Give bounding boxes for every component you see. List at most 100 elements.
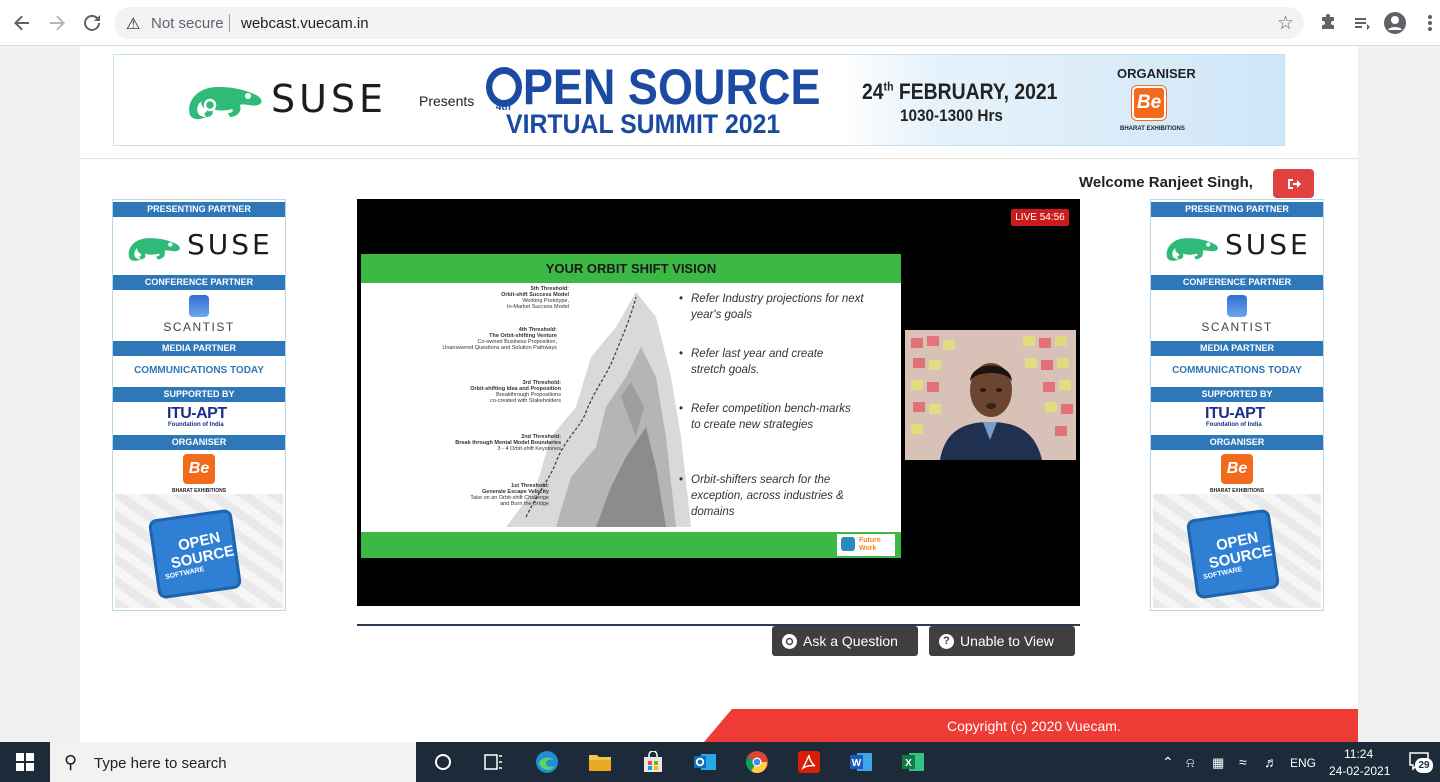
presenting-partner-header: PRESENTING PARTNER xyxy=(113,202,285,217)
profile-avatar-icon[interactable] xyxy=(1383,11,1407,35)
acrobat-pdf-icon[interactable] xyxy=(796,749,822,775)
slide-bullet: • Orbit-shifters search for the exception… xyxy=(679,474,844,518)
threshold-4: 4th Threshold: The Orbit-shifting Venture… xyxy=(442,327,557,351)
fourth-badge: 4th xyxy=(486,67,522,113)
presents-text: Presents xyxy=(419,93,475,109)
organiser-label: ORGANISER xyxy=(1117,66,1196,81)
itu-apt-subtitle: Foundation of India xyxy=(168,422,224,428)
volume-icon[interactable]: ♬ xyxy=(1264,754,1278,770)
meet-now-icon[interactable]: ⍾ xyxy=(1186,755,1195,771)
event-banner: SUSE Presents 4th PEN SOURCE VIRTUAL SUMM… xyxy=(113,54,1285,146)
taskbar-search-box[interactable]: ⚲ Type here to search xyxy=(50,742,416,782)
scantist-logo xyxy=(1227,295,1247,317)
outlook-icon[interactable] xyxy=(692,749,718,775)
task-view-icon[interactable] xyxy=(481,749,507,775)
back-arrow-icon[interactable] xyxy=(10,11,34,35)
svg-text:W: W xyxy=(852,758,862,769)
slide-bullet: • Refer Industry projections for next yea… xyxy=(679,293,864,321)
suse-wordmark: SUSE xyxy=(1225,228,1311,261)
media-partner-header: MEDIA PARTNER xyxy=(113,341,285,356)
scantist-text: SCANTIST xyxy=(1201,320,1273,334)
supported-by-header: SUPPORTED BY xyxy=(1151,387,1323,402)
chat-bubble-icon xyxy=(782,633,797,649)
notification-center-icon[interactable]: 29 xyxy=(1408,750,1434,774)
bharat-exhibitions-logo: Be xyxy=(183,454,215,484)
windows-start-icon[interactable] xyxy=(12,749,38,775)
chrome-icon[interactable] xyxy=(744,749,770,775)
sponsor-panel-right: PRESENTING PARTNER SUSE CONFERENCE PARTN… xyxy=(1150,199,1324,611)
word-icon[interactable]: W xyxy=(848,749,874,775)
threshold-3: 3rd Threshold: Orbit-shifting Idea and Pr… xyxy=(470,380,561,404)
divider xyxy=(229,14,230,32)
logout-button[interactable] xyxy=(1273,169,1314,198)
unable-to-view-label: Unable to View xyxy=(960,633,1054,649)
presenting-partner-header: PRESENTING PARTNER xyxy=(1151,202,1323,217)
wifi-icon[interactable]: ≈ xyxy=(1239,754,1247,770)
summit-title: 4th PEN SOURCE xyxy=(486,59,820,115)
battery-icon[interactable]: ▦ xyxy=(1212,755,1224,771)
sign-out-icon xyxy=(1287,178,1301,189)
future-work-logo: Future Work xyxy=(837,534,895,556)
warning-icon[interactable]: ⚠ xyxy=(126,14,140,34)
cortana-circle-icon[interactable] xyxy=(430,749,456,775)
organiser-header: ORGANISER xyxy=(113,435,285,450)
presentation-slide: YOUR ORBIT SHIFT VISION 5th Threshold: Or… xyxy=(361,254,901,558)
slide-bullet: • Refer competition bench-marks to create… xyxy=(679,403,851,431)
bharat-exhibitions-logo: Be xyxy=(1131,85,1167,121)
conference-partner-header: CONFERENCE PARTNER xyxy=(113,275,285,290)
taskbar-search-placeholder: Type here to search xyxy=(94,755,227,772)
suse-chameleon-logo xyxy=(1166,238,1218,261)
copyright-text: Copyright (c) 2020 Vuecam. xyxy=(947,718,1121,734)
communications-today-text: COMMUNICATIONS TODAY xyxy=(1172,365,1302,376)
itu-apt-logo: ITU-APT xyxy=(167,405,227,422)
svg-text:X: X xyxy=(905,758,912,769)
security-label[interactable]: Not secure xyxy=(151,15,224,32)
bookmark-star-icon[interactable]: ☆ xyxy=(1277,12,1294,35)
threshold-5: 5th Threshold: Orbit-shift Success Model W… xyxy=(501,286,569,310)
address-bar[interactable]: ⚠ Not secure webcast.vuecam.in ☆ xyxy=(114,7,1304,39)
slide-bullet: • Refer last year and create stretch goal… xyxy=(679,348,824,376)
threshold-2: 2nd Threshold: Break through Mental Model… xyxy=(455,434,561,452)
url-text[interactable]: webcast.vuecam.in xyxy=(241,15,369,32)
organiser-name: BHARAT EXHIBITIONS xyxy=(1120,126,1185,132)
reading-list-icon[interactable] xyxy=(1350,11,1374,35)
open-source-puzzle-image: OPEN SOURCE SOFTWARE xyxy=(115,494,283,608)
reload-icon[interactable] xyxy=(80,11,104,35)
clock-time[interactable]: 11:24 xyxy=(1344,747,1373,761)
slide-footer-bar xyxy=(361,532,901,558)
unable-to-view-button[interactable]: ? Unable to View xyxy=(929,626,1075,656)
forward-arrow-icon[interactable] xyxy=(45,11,69,35)
ask-question-label: Ask a Question xyxy=(803,633,898,649)
event-date: 24th FEBRUARY, 2021 xyxy=(862,79,1058,104)
organiser-header: ORGANISER xyxy=(1151,435,1323,450)
itu-apt-subtitle: Foundation of India xyxy=(1206,422,1262,428)
browser-toolbar: ⚠ Not secure webcast.vuecam.in ☆ xyxy=(0,0,1440,46)
slide-title: YOUR ORBIT SHIFT VISION xyxy=(545,261,717,276)
store-icon[interactable] xyxy=(640,749,666,775)
edge-browser-icon[interactable] xyxy=(534,749,560,775)
language-indicator[interactable]: ENG xyxy=(1290,756,1316,770)
speaker-camera-feed xyxy=(905,330,1076,460)
suse-chameleon-logo xyxy=(128,238,180,261)
excel-icon[interactable]: X xyxy=(900,749,926,775)
suse-wordmark: SUSE xyxy=(187,228,273,261)
suse-wordmark: SUSE xyxy=(271,77,388,121)
question-circle-icon: ? xyxy=(939,633,954,649)
chevron-up-icon[interactable]: ⌃ xyxy=(1162,754,1174,771)
threshold-1: 1st Threshold: Generate Escape Velocity Ta… xyxy=(470,483,549,507)
scantist-logo xyxy=(189,295,209,317)
menu-kebab-icon[interactable] xyxy=(1418,11,1440,35)
divider xyxy=(80,158,1358,159)
itu-apt-logo: ITU-APT xyxy=(1205,405,1265,422)
extensions-puzzle-icon[interactable] xyxy=(1316,11,1340,35)
search-icon: ⚲ xyxy=(64,752,78,772)
supported-by-header: SUPPORTED BY xyxy=(113,387,285,402)
conference-partner-header: CONFERENCE PARTNER xyxy=(1151,275,1323,290)
event-hours: 1030-1300 Hrs xyxy=(900,106,1003,125)
file-explorer-icon[interactable] xyxy=(587,749,613,775)
ask-question-button[interactable]: Ask a Question xyxy=(772,626,918,656)
future-work-icon xyxy=(841,537,855,551)
sponsor-panel-left: PRESENTING PARTNER SUSE CONFERENCE PARTN… xyxy=(112,199,286,611)
clock-date[interactable]: 24-02-2021 xyxy=(1329,764,1390,778)
bharat-exhibitions-logo: Be xyxy=(1221,454,1253,484)
